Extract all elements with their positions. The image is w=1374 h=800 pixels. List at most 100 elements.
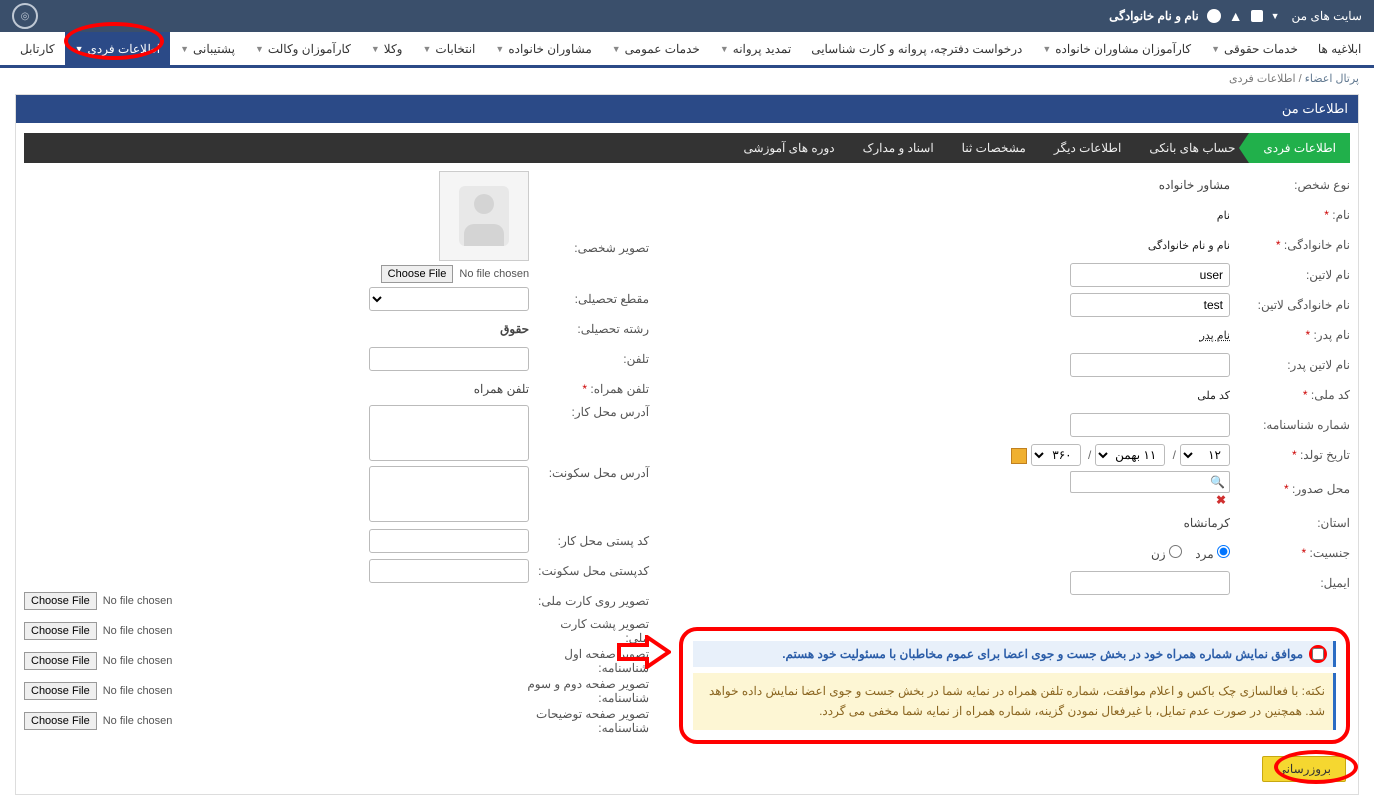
tab-item[interactable]: حساب های بانکی [1135, 133, 1249, 163]
menu-item[interactable]: وکلا▼ [361, 32, 413, 65]
menu-item[interactable]: مشاوران خانواده▼ [485, 32, 601, 65]
app-switcher-icon[interactable] [1251, 10, 1263, 22]
no-file-bc-desc: No file chosen [103, 715, 173, 727]
lbl-nid-front: تصویر روی کارت ملی: [529, 594, 649, 608]
lbl-name-latin: نام لاتین: [1230, 268, 1350, 282]
annotation-circle-checkbox [1309, 645, 1327, 663]
menu-item-label: تمدید پروانه [733, 42, 791, 56]
tab-item[interactable]: اسناد و مدارک [849, 133, 948, 163]
val-lastname: نام و نام خانوادگی [1148, 240, 1230, 252]
no-file-bc-p1: No file chosen [103, 655, 173, 667]
menu-item-label: کارتابل [20, 42, 55, 56]
panel-title: اطلاعات من [16, 95, 1358, 123]
lbl-tel: تلفن: [529, 352, 649, 366]
lbl-father-latin: نام لاتین پدر: [1230, 358, 1350, 372]
caret-down-icon: ▼ [1211, 44, 1220, 54]
menu-item[interactable]: خدمات حقوقی▼ [1201, 32, 1308, 65]
lbl-photo: تصویر شخصی: [529, 171, 649, 255]
input-bc[interactable] [1070, 413, 1230, 437]
panel-body: اطلاعات فردیحساب های بانکیاطلاعات دیگرمش… [16, 123, 1358, 794]
caret-down-icon: ▼ [720, 44, 729, 54]
consent-row: موافق نمایش شماره همراه خود در بخش جست و… [693, 641, 1336, 667]
menu-item[interactable]: کارتابل [10, 32, 65, 65]
caret-down-icon: ▼ [180, 44, 189, 54]
user-fullname: نام و نام خانوادگی [1109, 9, 1199, 23]
tab-item[interactable]: مشخصات ثنا [948, 133, 1040, 163]
input-lastname-latin[interactable] [1070, 293, 1230, 317]
menu-item[interactable]: کارآموزان مشاوران خانواده▼ [1032, 32, 1201, 65]
menu-item[interactable]: پشتیبانی ▼ [170, 32, 245, 65]
lbl-bc-p23: تصویر صفحه دوم و سوم شناسنامه: [489, 677, 649, 705]
menu-item[interactable]: درخواست دفترچه، پروانه و کارت شناسایی [801, 32, 1032, 65]
input-name-latin[interactable] [1070, 263, 1230, 287]
select-dob-month[interactable]: ۱۱ بهمن [1095, 444, 1165, 466]
val-name: نام [1217, 210, 1230, 222]
no-file-bc-p23: No file chosen [103, 685, 173, 697]
choose-file-nid-front[interactable]: Choose File [24, 592, 97, 610]
lbl-dob: تاریخ تولد: * [1230, 448, 1350, 462]
lbl-nid: کد ملی: * [1230, 388, 1350, 402]
person-icon [459, 186, 509, 246]
menu-item[interactable]: ابلاغیه ها [1308, 32, 1371, 65]
topbar-left: ◎ [12, 3, 38, 29]
search-icon: 🔍 [1210, 475, 1225, 489]
input-home-zip[interactable] [369, 559, 529, 583]
menu-item-label: کارآموزان وکالت [268, 42, 351, 56]
caret-down-icon: ▼ [612, 44, 621, 54]
menu-item[interactable]: تمدید پروانه ▼ [710, 32, 801, 65]
menu-item-label: کارآموزان مشاوران خانواده [1055, 42, 1191, 56]
update-button[interactable]: بروزرسانی [1262, 756, 1346, 782]
sites-menu[interactable]: سایت های من [1292, 9, 1362, 23]
clear-icon[interactable]: ✖ [1216, 493, 1226, 507]
textarea-home-addr[interactable] [369, 466, 529, 522]
radio-female[interactable]: زن [1151, 547, 1182, 561]
select-dob-day[interactable]: ۱۲ [1180, 444, 1230, 466]
tab-item[interactable]: اطلاعات دیگر [1040, 133, 1135, 163]
user-avatar-icon[interactable] [1207, 9, 1221, 23]
breadcrumb-home[interactable]: پرتال اعضاء [1305, 73, 1359, 85]
menu-item[interactable]: کارآموزان وکالت▼ [245, 32, 361, 65]
input-tel[interactable] [369, 347, 529, 371]
choose-file-photo[interactable]: Choose File [381, 265, 454, 283]
menu-item[interactable]: انتخابات▼ [412, 32, 485, 65]
val-mobile: تلفن همراه [474, 382, 529, 396]
input-issue-place[interactable]: 🔍 [1070, 471, 1230, 493]
input-work-zip[interactable] [369, 529, 529, 553]
select-dob-year[interactable]: ۱۳۶۰ [1031, 444, 1081, 466]
choose-file-bc-p1[interactable]: Choose File [24, 652, 97, 670]
radio-male[interactable]: مرد [1195, 547, 1230, 561]
main-panel: اطلاعات من اطلاعات فردیحساب های بانکیاطل… [15, 94, 1359, 795]
form-column-left: تصویر شخصی: Choose FileNo file chosen مق… [24, 171, 649, 744]
breadcrumb-sep: / [1296, 73, 1302, 85]
val-province: کرمانشاه [659, 516, 1230, 530]
footer-actions: بروزرسانی [24, 744, 1350, 786]
lbl-lastname-latin: نام خانوادگی لاتین: [1230, 298, 1350, 312]
caret-down-icon: ▼ [371, 44, 380, 54]
choose-file-nid-back[interactable]: Choose File [24, 622, 97, 640]
choose-file-bc-p23[interactable]: Choose File [24, 682, 97, 700]
choose-file-bc-desc[interactable]: Choose File [24, 712, 97, 730]
calendar-icon[interactable] [1011, 448, 1027, 464]
menu-item[interactable]: اطلاعات فردی▼ [65, 32, 171, 65]
consent-text: موافق نمایش شماره همراه خود در بخش جست و… [782, 647, 1303, 661]
checkbox-consent[interactable] [1312, 648, 1324, 660]
select-edu-level[interactable] [369, 287, 529, 311]
menu-item[interactable]: خدمات عمومی▼ [602, 32, 710, 65]
input-father-latin[interactable] [1070, 353, 1230, 377]
warning-icon[interactable]: ▲ [1229, 8, 1243, 24]
menu-item-label: درخواست دفترچه، پروانه و کارت شناسایی [811, 42, 1022, 56]
topbar-right: سایت های من ▼ ▲ نام و نام خانوادگی [1109, 8, 1362, 24]
input-email[interactable] [1070, 571, 1230, 595]
lbl-lastname: نام خانوادگی: * [1230, 238, 1350, 252]
val-father: نام پدر [1200, 330, 1230, 342]
breadcrumb-current: اطلاعات فردی [1229, 73, 1296, 85]
tab-item[interactable]: دوره های آموزشی [730, 133, 849, 163]
tab-item[interactable]: اطلاعات فردی [1249, 133, 1350, 163]
menu-item-label: اطلاعات فردی [88, 42, 161, 56]
menu-item-label: پشتیبانی [193, 42, 235, 56]
caret-down-icon: ▼ [495, 44, 504, 54]
avatar-placeholder [439, 171, 529, 261]
textarea-work-addr[interactable] [369, 405, 529, 461]
lbl-person-type: نوع شخص: [1230, 178, 1350, 192]
form-grid: نوع شخص:مشاور خانواده نام: *نام نام خانو… [24, 171, 1350, 744]
